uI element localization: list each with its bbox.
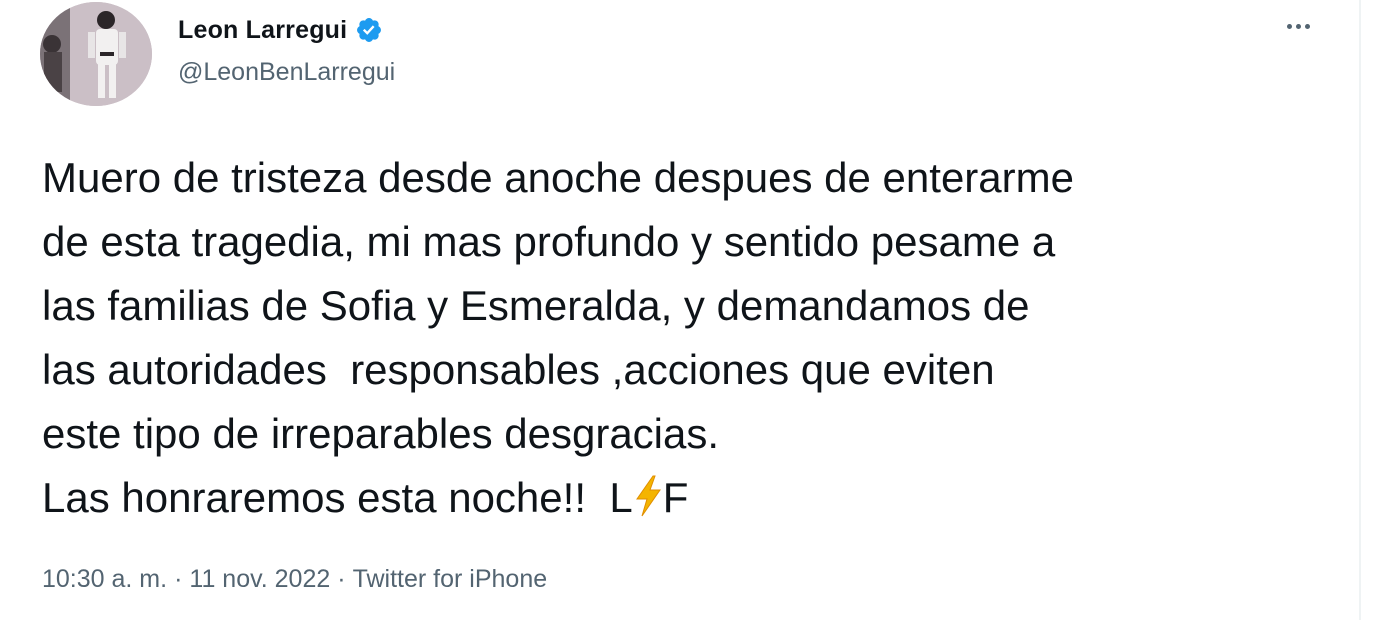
more-dot xyxy=(1304,23,1310,29)
tweet-text-line: de esta tragedia, mi mas profundo y sent… xyxy=(42,218,1056,265)
user-handle[interactable]: @LeonBenLarregui xyxy=(178,58,395,87)
card-border xyxy=(1359,0,1361,620)
high-voltage-emoji-icon xyxy=(635,475,661,517)
more-dot xyxy=(1286,23,1292,29)
tweet-text-last-line: Las honraremos esta noche!! L F xyxy=(42,466,1332,530)
tweet-source[interactable]: Twitter for iPhone xyxy=(353,565,548,594)
meta-separator: · xyxy=(337,565,346,593)
tweet-text-line: las autoridades responsables ,acciones q… xyxy=(42,346,995,393)
display-name-row: Leon Larregui xyxy=(178,12,383,48)
tweet-text: Muero de tristeza desde anoche despues d… xyxy=(42,146,1332,530)
tweet-text-line: las familias de Sofia y Esmeralda, y dem… xyxy=(42,282,1030,329)
tweet-text-line: este tipo de irreparables desgracias. xyxy=(42,410,720,457)
tweet-text-line: Muero de tristeza desde anoche despues d… xyxy=(42,154,1074,201)
avatar[interactable] xyxy=(40,2,152,106)
tweet-time[interactable]: 10:30 a. m. xyxy=(42,565,167,594)
meta-separator: · xyxy=(174,565,183,593)
more-horizontal-icon[interactable] xyxy=(1279,14,1317,38)
avatar-image xyxy=(40,2,152,106)
tweet-text-segment: Las honraremos esta noche!! L xyxy=(42,474,633,521)
tweet-text-segment: F xyxy=(662,474,689,521)
tweet-card: Leon Larregui @LeonBenLarregui Muero de … xyxy=(0,0,1373,620)
more-dot xyxy=(1295,23,1301,29)
tweet-date[interactable]: 11 nov. 2022 xyxy=(189,565,330,594)
tweet-metadata: 10:30 a. m. · 11 nov. 2022 · Twitter for… xyxy=(42,565,547,594)
verified-badge-icon xyxy=(357,18,382,42)
display-name[interactable]: Leon Larregui xyxy=(178,16,347,45)
